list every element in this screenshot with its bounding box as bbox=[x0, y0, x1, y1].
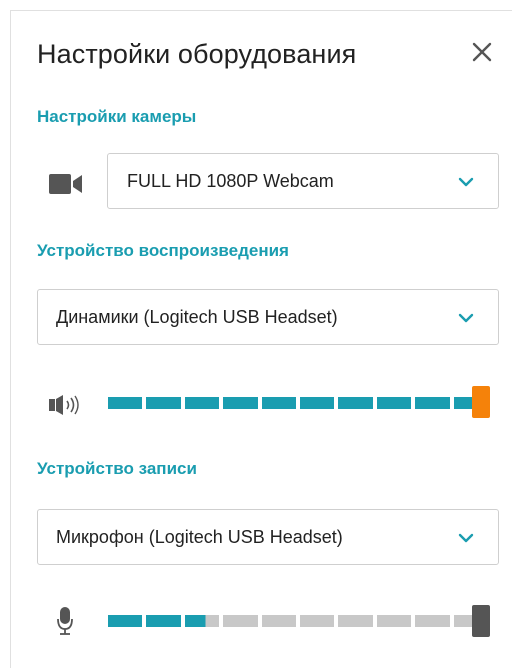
recording-section-label: Устройство записи bbox=[37, 459, 197, 478]
level-segment bbox=[146, 397, 181, 409]
chevron-down-icon bbox=[458, 177, 474, 187]
camera-section-label: Настройки камеры bbox=[37, 107, 197, 126]
level-segment bbox=[261, 615, 297, 627]
level-segment bbox=[338, 397, 373, 409]
chevron-down-icon bbox=[458, 533, 474, 543]
level-segment bbox=[184, 397, 220, 409]
recording-level-meter bbox=[108, 615, 489, 627]
camera-icon bbox=[49, 173, 83, 200]
level-segment bbox=[415, 397, 450, 409]
level-segment bbox=[376, 615, 412, 627]
playback-section-label: Устройство воспроизведения bbox=[37, 241, 289, 260]
playback-select[interactable]: Динамики (Logitech USB Headset) bbox=[37, 289, 499, 345]
camera-select[interactable]: FULL HD 1080P Webcam bbox=[107, 153, 499, 209]
level-segment bbox=[300, 615, 335, 627]
close-button[interactable] bbox=[469, 39, 495, 65]
playback-level-meter bbox=[108, 397, 489, 409]
level-segment bbox=[376, 397, 412, 409]
level-segment bbox=[261, 397, 297, 409]
recording-volume-slider-handle[interactable] bbox=[472, 605, 490, 637]
level-segment bbox=[338, 615, 373, 627]
playback-select-value: Динамики (Logitech USB Headset) bbox=[56, 307, 338, 327]
camera-select-value: FULL HD 1080P Webcam bbox=[127, 171, 334, 191]
level-segment bbox=[223, 397, 258, 409]
hardware-settings-dialog: Настройки оборудования Настройки камеры … bbox=[10, 10, 512, 668]
close-icon bbox=[472, 42, 492, 62]
level-segment bbox=[184, 615, 220, 627]
speaker-icon bbox=[49, 395, 85, 420]
recording-select-value: Микрофон (Logitech USB Headset) bbox=[56, 527, 343, 547]
level-segment bbox=[223, 615, 258, 627]
level-segment bbox=[108, 397, 143, 409]
level-segment bbox=[108, 615, 143, 627]
playback-volume-slider-handle[interactable] bbox=[472, 386, 490, 418]
chevron-down-icon bbox=[458, 313, 474, 323]
level-segment bbox=[300, 397, 335, 409]
level-segment bbox=[415, 615, 450, 627]
recording-select[interactable]: Микрофон (Logitech USB Headset) bbox=[37, 509, 499, 565]
microphone-icon bbox=[57, 607, 73, 640]
level-segment bbox=[146, 615, 181, 627]
dialog-title: Настройки оборудования bbox=[37, 39, 357, 69]
